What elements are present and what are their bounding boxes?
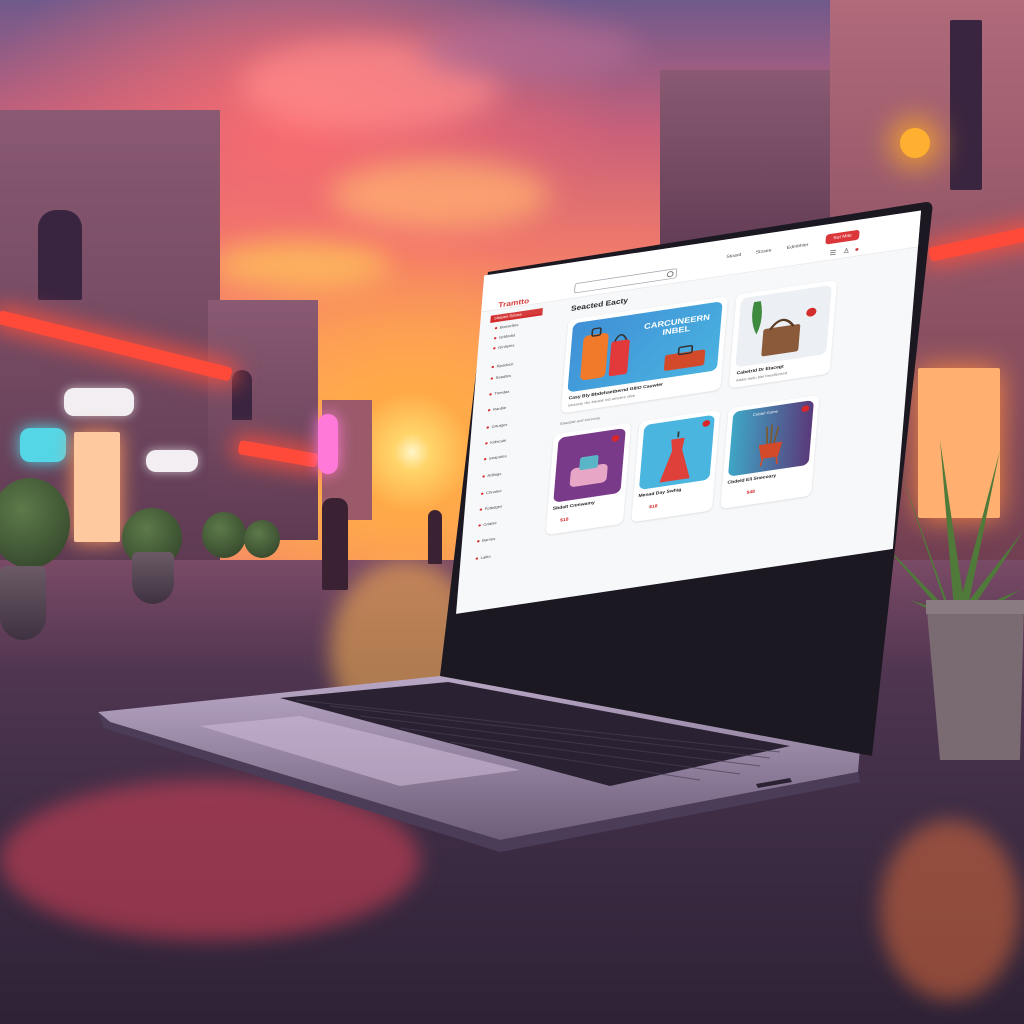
sidebar-item-label: Grtuiges: [491, 422, 508, 430]
bullet-icon: [479, 508, 483, 511]
bullet-icon: [494, 326, 498, 330]
sidebar-item[interactable]: Rpoduce: [491, 362, 514, 370]
sidebar-item-label: Bonsettes: [499, 322, 519, 331]
product-image: [553, 427, 626, 503]
bullet-icon: [483, 458, 487, 461]
handbag-icon: [752, 301, 817, 357]
bullet-icon: [485, 442, 488, 445]
product-price: $18: [559, 517, 569, 524]
sidebar-item[interactable]: Grtuiges: [486, 422, 508, 430]
sidebar-item-label: Fotbdges: [484, 504, 503, 512]
feature-image: [735, 284, 832, 368]
sidebar-item-label: Grlalse: [483, 521, 497, 528]
bullet-icon: [480, 492, 484, 496]
bullet-icon: [492, 347, 496, 350]
sidebar-item-label: Ranbie: [492, 405, 507, 413]
bullet-icon: [487, 409, 491, 412]
sidebar-item-label: Seapotes: [488, 454, 507, 462]
product-card[interactable]: Cebbrl Gume Cbdeld Ell Snecoary $48: [720, 394, 820, 510]
section-title: Seacted Eacty: [570, 296, 629, 314]
sidebar-item[interactable]: Tmedas: [489, 390, 510, 397]
sidebar-item[interactable]: Barnes: [476, 536, 496, 544]
sidebar-item-label: Seadtes: [495, 373, 512, 381]
menu-icon[interactable]: ☰: [829, 249, 836, 258]
sidebar-item-label: Tmedas: [494, 389, 510, 397]
bullet-icon: [475, 557, 479, 560]
product-tag: Cebbrl Gume: [752, 409, 779, 418]
case-icon: [663, 344, 706, 371]
feature-card[interactable]: Cabetrid Dr Etacegt Adals laelu biel bnu…: [728, 279, 838, 389]
bullet-icon: [486, 426, 490, 429]
product-price: $48: [746, 489, 756, 496]
bullet-icon: [476, 540, 480, 543]
hero-card[interactable]: CARCUNEERN INBEL Casy Bly Bbdehaetbernd …: [560, 296, 729, 414]
sidebar-item[interactable]: Rdlings: [482, 472, 502, 479]
sidebar-item-label: Barnes: [481, 536, 496, 544]
product-image: Cebbrl Gume: [727, 399, 814, 477]
sidebar-item-label: Ginhyies: [497, 343, 515, 351]
sidebar-item[interactable]: Grlalse: [478, 521, 497, 528]
bullet-icon: [491, 365, 495, 369]
sidebar-item[interactable]: Seapotes: [483, 454, 507, 462]
sale-badge: [611, 434, 620, 443]
hero-headline: CARCUNEERN INBEL: [643, 312, 711, 338]
divider-label: Saaeptd acd eorerary: [559, 416, 601, 427]
sidebar-item[interactable]: Ginhyies: [492, 343, 515, 352]
dress-icon: [659, 431, 690, 483]
sidebar-item[interactable]: Bonsettes: [494, 322, 519, 331]
sale-badge: [702, 419, 711, 428]
sidebar-item[interactable]: Laltio: [475, 554, 491, 562]
bullet-icon: [478, 524, 481, 527]
sidebar-item-label: Laltio: [480, 554, 491, 561]
sidebar-item[interactable]: Fotbdges: [479, 505, 502, 513]
bullet-icon: [490, 377, 494, 380]
product-card[interactable]: Menad Day Swhig $18: [631, 409, 721, 523]
laptop-screen: Tramtto Stoard Stosee Edmbhier Sut Mite …: [456, 210, 922, 614]
sidebar-item[interactable]: Ranbie: [487, 405, 507, 413]
hero-banner: CARCUNEERN INBEL: [567, 301, 723, 393]
sidebar-item[interactable]: Grbfodst: [493, 333, 516, 341]
sidebar-item-label: Rpoduce: [496, 362, 514, 369]
category-sidebar: Shepes Sclose Bonsettes Grbfodst Ginhyie…: [467, 307, 550, 604]
sale-badge: [801, 404, 810, 413]
product-price: $18: [648, 504, 658, 510]
product-card[interactable]: Sbdalt Cnmwamy $18: [545, 422, 632, 536]
product-title: Menad Day Swhig: [638, 487, 682, 499]
bullet-icon: [493, 337, 497, 340]
luggage-icon: [580, 327, 630, 381]
plant-pot-icon: [758, 424, 783, 467]
bag-icon: [569, 455, 608, 487]
sidebar-item-label: Grbfodst: [498, 333, 516, 341]
sidebar-item-label: Chnolee: [485, 489, 502, 496]
sidebar-heading: Shepes Sclose: [490, 308, 543, 323]
product-title: Sbdalt Cnmwamy: [552, 500, 595, 512]
sidebar-item[interactable]: Chnolee: [480, 489, 502, 496]
user-icon[interactable]: ♙: [843, 247, 850, 256]
bullet-icon: [489, 393, 492, 396]
search-icon[interactable]: [666, 270, 674, 278]
bullet-icon: [482, 475, 486, 478]
sidebar-item-label: Kidscate: [490, 438, 507, 446]
sidebar-item[interactable]: Kidscate: [485, 438, 507, 446]
sidebar-item[interactable]: Seadtes: [490, 374, 511, 381]
sidebar-item-label: Rdlings: [487, 472, 502, 479]
avatar[interactable]: ●: [854, 245, 859, 253]
product-image: [638, 414, 715, 490]
